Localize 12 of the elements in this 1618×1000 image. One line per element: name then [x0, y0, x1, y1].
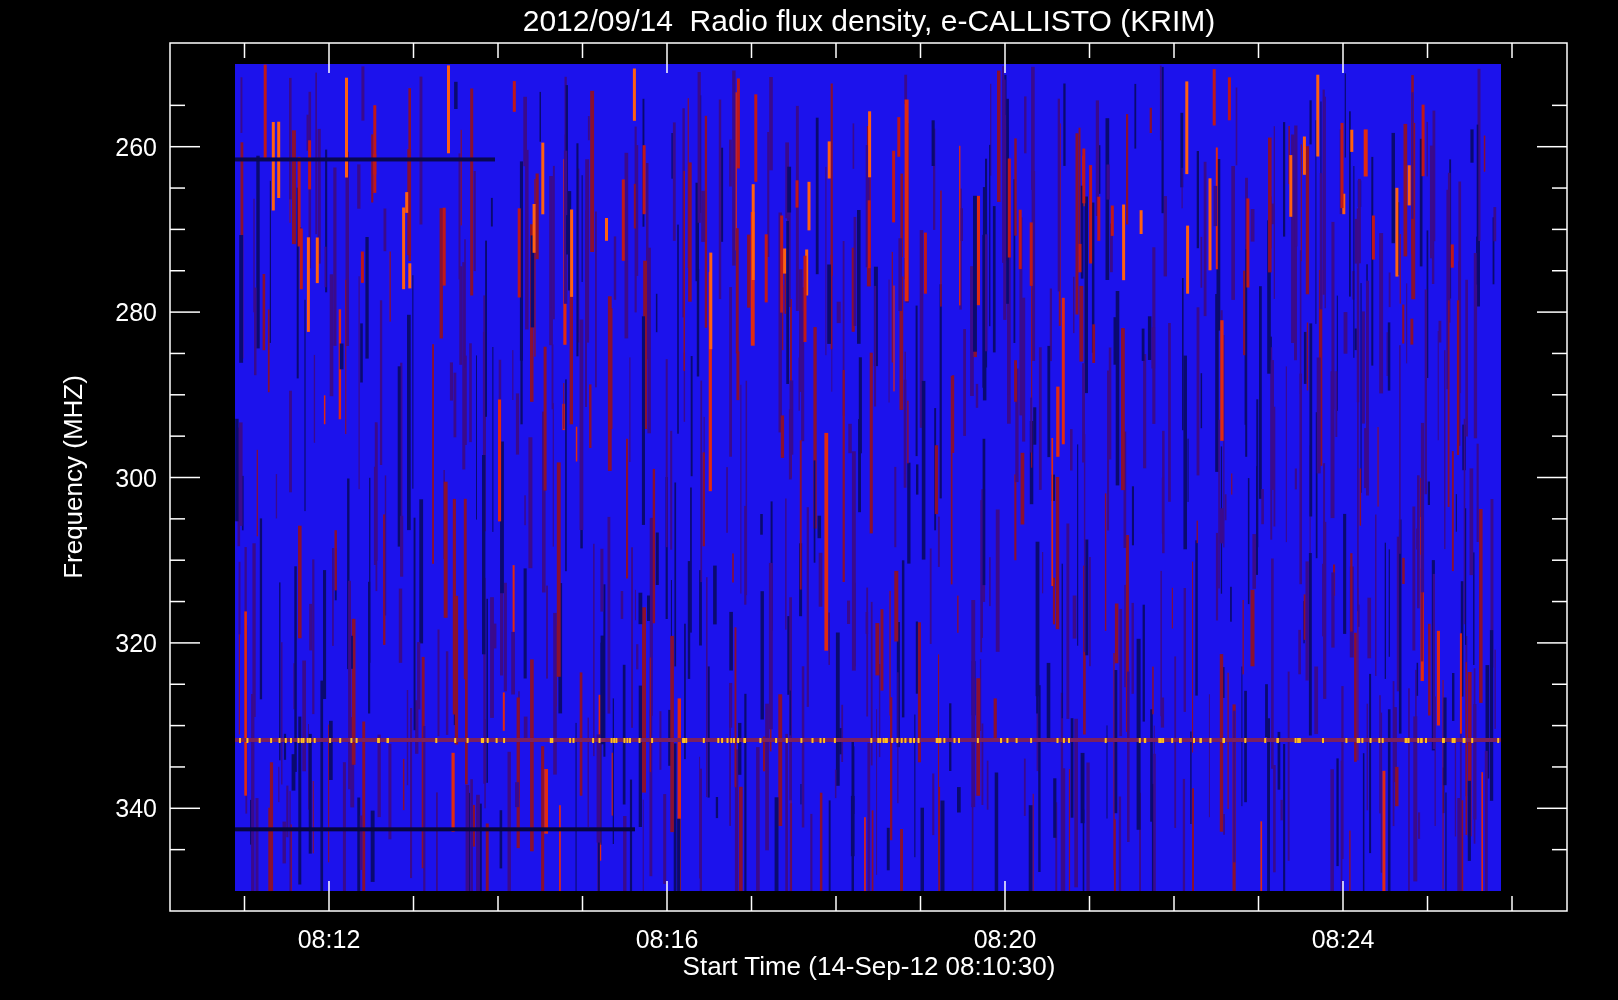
chart-title: 2012/09/14 Radio flux density, e-CALLISTO (KRIM): [522, 4, 1216, 37]
axis-title: Start Time (14-Sep-12 08:10:30): [682, 951, 1056, 981]
tick-label: 08:24: [1311, 925, 1375, 953]
tick-label: 260: [115, 132, 157, 161]
tick-label: 320: [115, 628, 157, 657]
tick-label: 08:20: [973, 925, 1037, 953]
tick-label: 08:12: [297, 925, 361, 953]
tick-label: 280: [115, 298, 157, 327]
tick-label: 300: [115, 463, 157, 492]
tick-label: 340: [115, 794, 157, 823]
tick-label: 08:16: [635, 925, 699, 953]
axis-title: Frequency (MHZ): [58, 375, 88, 579]
